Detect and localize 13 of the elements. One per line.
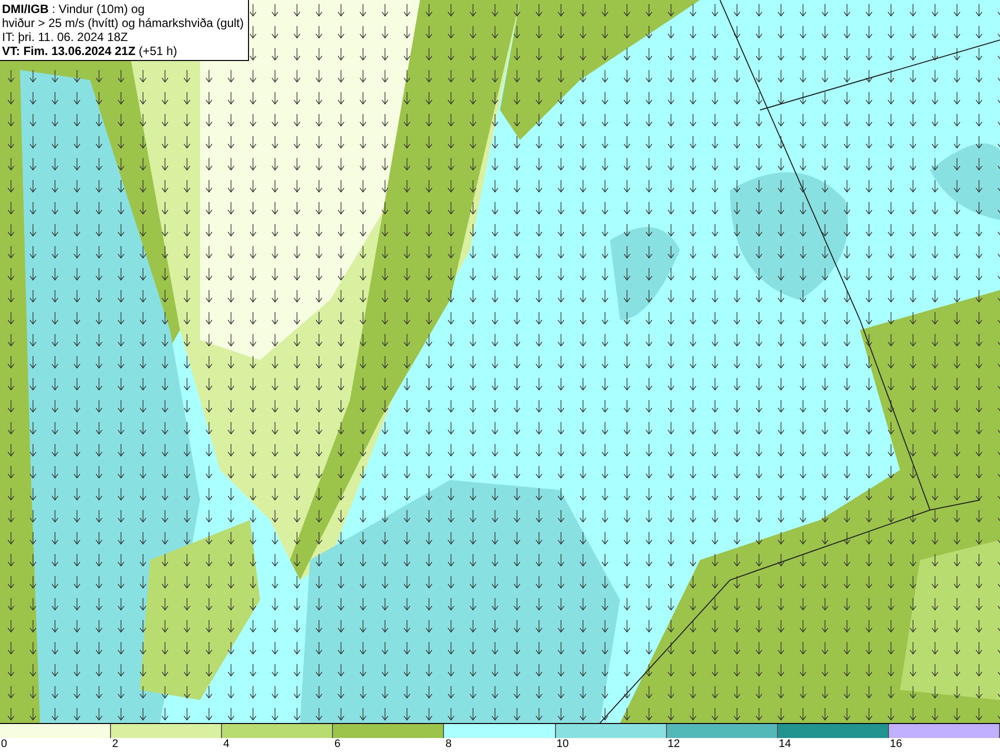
scale-label: 14 (778, 738, 792, 751)
scale-label: 6 (333, 738, 340, 751)
header-text: DMI/IGB : Vindur (10m) og (2, 2, 146, 16)
scale-label: 2 (111, 738, 118, 751)
scale-label: 0 (0, 738, 8, 751)
scale-label: 4 (222, 738, 230, 751)
scale-label: 12 (666, 738, 680, 751)
scale-label: 10 (556, 738, 569, 751)
header-text: VT: Fim. 13.06.2024 21Z (+51 h) (2, 44, 178, 58)
scale-label: 8 (444, 738, 452, 751)
scale-label: 16 (888, 738, 902, 751)
header-text: hviður > 25 m/s (hvítt) og hámarkshviða (gult) (2, 16, 244, 30)
header-text: IT: þri. 11. 06. 2024 18Z (2, 30, 129, 44)
